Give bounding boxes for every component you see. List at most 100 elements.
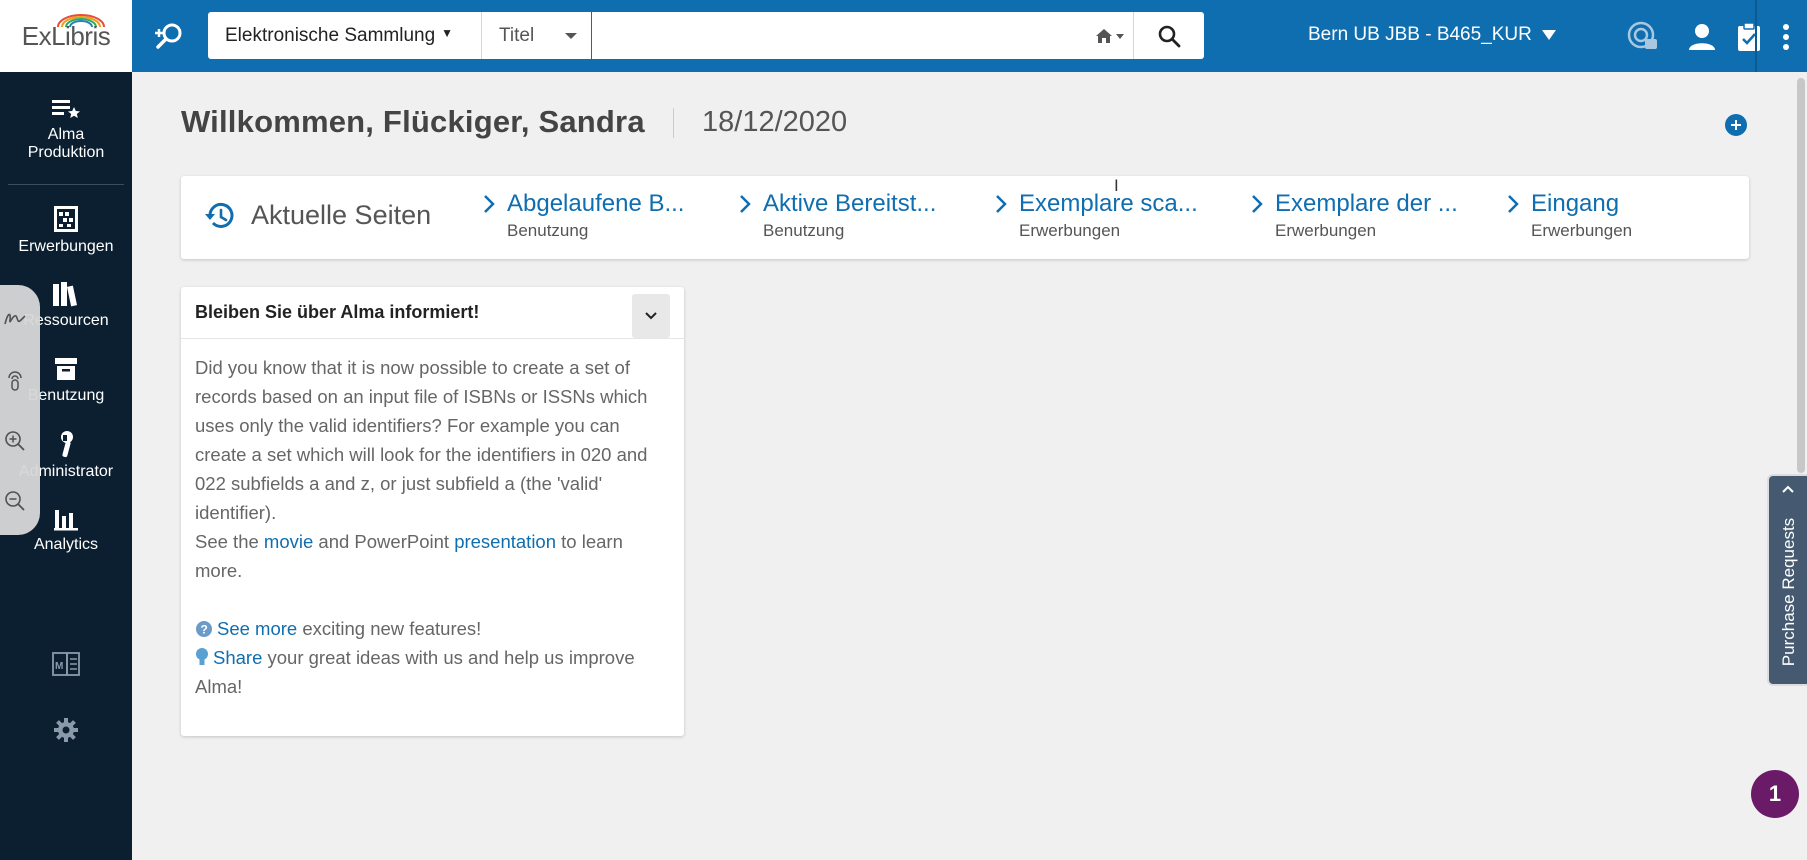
search-field-dropdown[interactable]: Titel [482,12,592,59]
widget-collapse-button[interactable] [632,294,670,338]
widget-body: Did you know that it is now possible to … [181,339,684,701]
notification-badge[interactable]: 1 [1751,770,1799,818]
purchase-requests-tab[interactable]: Purchase Requests [1767,474,1807,686]
zoom-in-button[interactable] [2,428,28,454]
search-scope-dropdown[interactable]: Elektronische Sammlung ▼ [208,12,482,59]
nav-item-label: Erwerbungen [18,238,114,255]
scrollbar-thumb[interactable] [1797,78,1805,473]
search-button[interactable] [1134,12,1204,59]
widget-title: Bleiben Sie über Alma informiert! [195,302,480,322]
purchase-requests-label: Purchase Requests [1779,517,1798,667]
advanced-search-button[interactable] [150,18,190,54]
chevron-right-icon [1252,195,1263,213]
books-icon [53,282,78,307]
widget-learn-more: See the movie and PowerPoint presentatio… [195,527,670,585]
recent-link-title: Aktive Bereitst... [763,190,937,217]
archive-box-icon [55,358,77,380]
touch-icon [8,371,22,391]
draw-tool-button[interactable] [2,306,28,332]
settings-button[interactable] [0,717,132,747]
caret-down-icon [1541,30,1556,40]
recent-link-subtitle: Erwerbungen [1531,221,1633,240]
welcome-heading: Willkommen, Flückiger, Sandra [181,104,645,139]
presentation-link[interactable]: presentation [454,531,556,552]
settings-icon [54,718,78,742]
widgets-button[interactable] [1624,18,1662,56]
floating-tool-panel [0,285,40,535]
widgets-icon [1627,21,1657,49]
recent-pages-title: Aktuelle Seiten [203,200,431,231]
list-star-icon [52,100,80,118]
bar-chart-icon [54,510,78,531]
nav-label-alma: Alma [47,126,85,143]
manual-button[interactable]: M [0,650,132,682]
text-see-the: See the [195,531,264,552]
chevron-down-icon [645,312,657,320]
recent-link-title: Exemplare sca... [1019,190,1198,217]
recent-link-aktive[interactable]: Aktive Bereitst... Benutzung [740,190,983,241]
logo-text: ExLibris [21,20,111,51]
user-icon [1689,24,1715,50]
lightbulb-icon [196,648,208,665]
recent-link-exemplare-scan[interactable]: Exemplare sca... Erwerbungen [996,190,1239,241]
nav-separator [8,184,124,185]
nav-item-label: Analytics [33,536,99,553]
recent-link-exemplare-der[interactable]: Exemplare der ... Erwerbungen [1252,190,1495,241]
institution-label: Bern UB JBB - B465_KUR [1308,24,1532,45]
recent-link-title: Eingang [1531,190,1620,217]
history-icon [205,202,234,228]
task-list-icon [1738,22,1760,51]
share-link[interactable]: Share [213,647,262,668]
exlibris-logo[interactable]: ExLibris [0,0,132,72]
current-date: 18/12/2020 [702,106,848,138]
search-field-label: Titel [499,24,535,46]
recent-link-subtitle: Erwerbungen [1019,221,1121,240]
recent-link-abgelaufene[interactable]: Abgelaufene B... Benutzung [484,190,727,241]
advanced-search-icon [155,23,182,49]
alma-news-widget: Bleiben Sie über Alma informiert! Did yo… [181,287,684,736]
wrench-icon [61,431,73,458]
recent-link-title: Exemplare der ... [1275,190,1458,217]
home-icon [1095,28,1124,43]
home-scope-button[interactable] [1086,12,1134,59]
recent-link-eingang[interactable]: Eingang Erwerbungen [1508,190,1751,241]
chevron-up-icon [1782,485,1794,493]
text-cursor-icon: Ⅰ [1114,178,1119,195]
recent-link-subtitle: Benutzung [507,221,589,240]
widget-share: Share your great ideas with us and help … [195,643,670,701]
widget-see-more: ? See more exciting new features! [195,614,670,643]
manual-icon: M [52,652,80,676]
institution-selector[interactable]: Bern UB JBB - B465_KUR [1308,24,1556,46]
zoom-in-icon [5,431,25,451]
top-divider [1755,0,1757,72]
zoom-out-button[interactable] [2,488,28,514]
search-input[interactable] [592,12,1086,59]
chevron-right-icon [740,195,751,213]
draw-icon [4,313,26,325]
nav-item-alma-produktion[interactable]: Alma Produktion [0,96,132,162]
recent-pages-label: Aktuelle Seiten [251,200,432,230]
nav-item-erwerbungen[interactable]: Erwerbungen [0,204,132,256]
task-list-button[interactable] [1730,18,1768,56]
date-divider [673,108,674,138]
add-widget-button[interactable] [1725,114,1747,136]
widget-header: Bleiben Sie über Alma informiert! [181,287,684,339]
touch-tool-button[interactable] [2,368,28,394]
chevron-right-icon [1508,195,1519,213]
caret-down-icon: ▼ [441,25,454,40]
more-menu-button[interactable] [1766,18,1806,56]
user-button[interactable] [1683,18,1721,56]
text-and-powerpoint: and PowerPoint [313,531,455,552]
widget-paragraph: Did you know that it is now possible to … [195,357,648,523]
recent-link-subtitle: Benutzung [763,221,845,240]
see-more-link[interactable]: See more [217,618,297,639]
plus-icon [1731,120,1741,130]
search-icon [1158,25,1181,47]
movie-link[interactable]: movie [264,531,313,552]
top-bar: ExLibris Elektronische Sammlung ▼ Titel [0,0,1807,72]
recent-link-subtitle: Erwerbungen [1275,221,1377,240]
caret-down-icon [565,33,577,39]
more-vert-icon [1783,24,1789,50]
svg-text:M: M [55,661,63,672]
